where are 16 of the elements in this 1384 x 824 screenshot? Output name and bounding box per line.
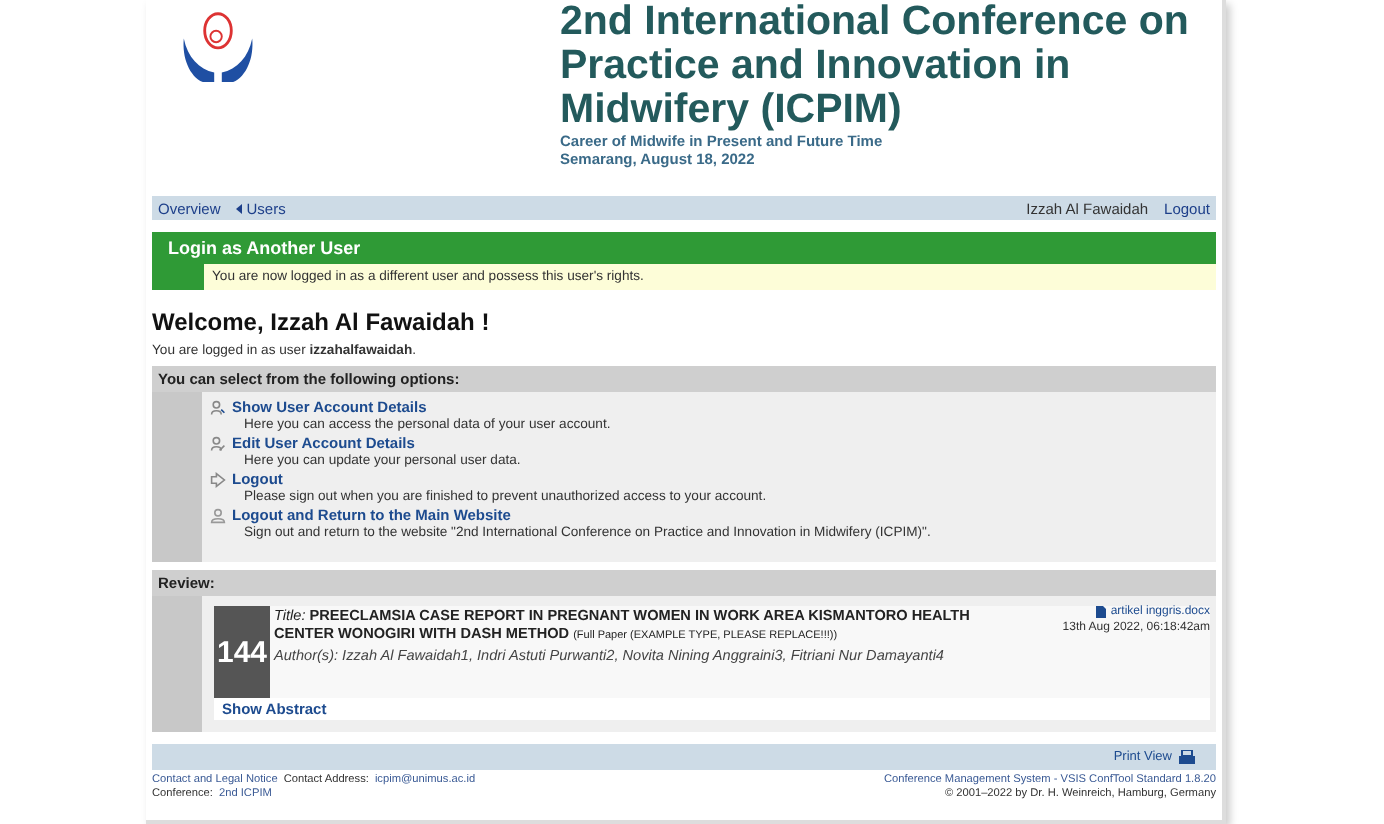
paper-number: 144 <box>214 606 270 698</box>
logout-icon <box>210 471 226 487</box>
caret-icon <box>236 203 243 213</box>
printer-icon <box>1178 749 1196 765</box>
user-icon <box>210 399 226 415</box>
user-edit-icon <box>210 435 226 451</box>
conference-title: 2nd International Conference on <box>560 0 1189 44</box>
document-icon <box>1096 606 1107 618</box>
conference-title: Midwifery (ICPIM) <box>560 88 904 132</box>
conference-title: Practice and Innovation in <box>560 44 1073 88</box>
welcome-heading: Welcome, Izzah Al Fawaidah ! <box>152 308 492 336</box>
notice-bar-edge <box>152 264 204 290</box>
user-icon <box>210 507 226 523</box>
notice-title: Login as Another User <box>152 232 1216 264</box>
logo-icon <box>180 8 256 84</box>
section-side-stripe <box>152 596 202 732</box>
